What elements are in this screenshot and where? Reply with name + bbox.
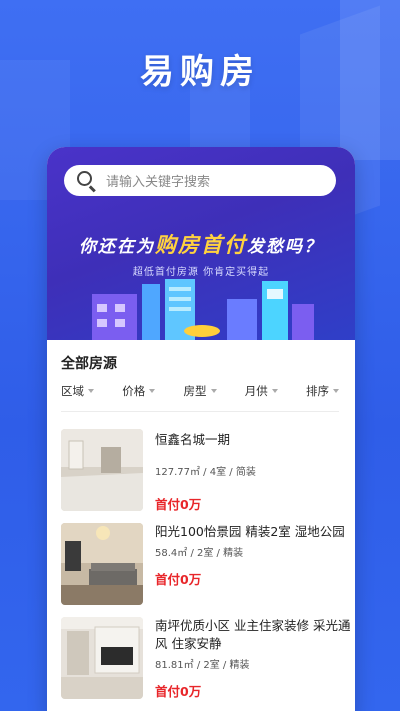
list-item[interactable]: 阳光100怡景园 精装2室 湿地公园 58.4㎡ / 2室 / 精装 首付0万 (61, 523, 351, 617)
app-title: 易购房 (140, 52, 260, 92)
listing-meta: 127.77㎡ / 4室 / 简装 (155, 467, 256, 478)
filter-label: 排序 (306, 384, 329, 398)
caret-down-icon (333, 389, 339, 393)
caret-down-icon (271, 389, 278, 393)
listing-price: 首付0万 (155, 572, 202, 587)
list-item[interactable]: 南坪优质小区 业主住家装修 采光通风 住家安静 81.81㎡ / 2室 / 精装… (61, 617, 351, 711)
listing-area: 127.77㎡ (155, 467, 200, 478)
caret-down-icon (210, 389, 217, 393)
filter-monthly-payment[interactable]: 月供 (245, 383, 278, 399)
section-title: 全部房源 (61, 356, 117, 372)
listing-rooms: 2室 (197, 548, 214, 559)
listing-name: 恒鑫名城一期 (155, 432, 231, 447)
banner-subslogan: 超低首付房源 你肯定买得起 (132, 267, 270, 278)
listing-decor: 简装 (235, 467, 256, 478)
listing-price: 首付0万 (155, 497, 202, 512)
listing-decor: 精装 (223, 548, 244, 559)
listing-meta: 81.81㎡ / 2室 / 精装 (155, 660, 250, 671)
filter-label: 区域 (61, 384, 84, 398)
filter-label: 房型 (183, 384, 207, 398)
listing-name: 南坪优质小区 业主住家装修 采光通风 住家安静 (155, 618, 351, 651)
listing-list: 恒鑫名城一期 127.77㎡ / 4室 / 简装 首付0万 阳光100怡景园 精… (61, 429, 351, 711)
city-illustration (92, 279, 314, 340)
listing-area: 81.81㎡ (155, 660, 194, 671)
search-placeholder: 请输入关键字搜索 (106, 175, 211, 190)
slogan-suffix: 发愁吗？ (247, 237, 323, 257)
filter-label: 月供 (244, 384, 268, 398)
filter-label: 价格 (122, 384, 146, 398)
search-icon (76, 170, 98, 192)
filter-sort[interactable]: 排序 (306, 383, 339, 399)
caret-down-icon (88, 389, 94, 393)
listing-photo (61, 617, 143, 699)
filter-bar: 区域 价格 房型 月供 排序 (61, 383, 339, 412)
slogan-prefix: 你还在为 (79, 237, 155, 257)
listing-meta: 58.4㎡ / 2室 / 精装 (155, 548, 244, 559)
listing-rooms: 4室 (209, 467, 227, 478)
promo-banner[interactable]: 请输入关键字搜索 你还在为购房首付发愁吗？ 超低首付房源 你肯定买得起 (47, 147, 355, 340)
banner-slogan: 你还在为购房首付发愁吗？ (47, 229, 355, 259)
search-bar[interactable]: 请输入关键字搜索 (64, 165, 336, 196)
listing-name: 阳光100怡景园 精装2室 湿地公园 (155, 524, 345, 539)
list-item[interactable]: 恒鑫名城一期 127.77㎡ / 4室 / 简装 首付0万 (61, 429, 351, 523)
filter-layout[interactable]: 房型 (184, 383, 217, 399)
listing-photo (61, 523, 143, 605)
slogan-highlight: 购房首付 (155, 233, 247, 257)
caret-down-icon (149, 389, 156, 393)
listing-area: 58.4㎡ (155, 548, 188, 559)
filter-price[interactable]: 价格 (122, 383, 156, 399)
listing-decor: 精装 (229, 660, 250, 671)
phone-screen: 请输入关键字搜索 你还在为购房首付发愁吗？ 超低首付房源 你肯定买得起 全部房源… (47, 147, 355, 711)
listing-price: 首付0万 (155, 684, 202, 699)
listing-rooms: 2室 (203, 660, 220, 671)
listing-photo (61, 429, 143, 511)
filter-region[interactable]: 区域 (61, 383, 94, 399)
